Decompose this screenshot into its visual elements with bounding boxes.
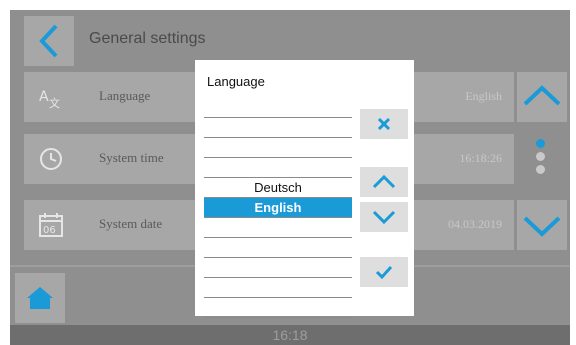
list-item[interactable]	[204, 218, 352, 238]
calendar-icon: 06	[39, 213, 63, 237]
list-item[interactable]	[204, 98, 352, 118]
dialog-title: Language	[207, 74, 265, 89]
scroll-up-button[interactable]	[517, 72, 567, 122]
list-item-english-selected[interactable]: English	[204, 198, 352, 218]
page-dot	[535, 152, 545, 161]
language-icon: A 文	[39, 89, 60, 110]
setting-value: 04.03.2019	[448, 217, 502, 231]
page-indicator	[534, 139, 546, 178]
list-item[interactable]	[204, 238, 352, 258]
status-bar: 16:18	[10, 325, 570, 345]
home-icon	[27, 287, 53, 309]
svg-text:文: 文	[49, 96, 60, 110]
page-dot	[535, 165, 545, 174]
home-button[interactable]	[15, 273, 65, 323]
list-item[interactable]	[204, 138, 352, 158]
close-button[interactable]	[360, 109, 408, 139]
list-item[interactable]	[204, 298, 352, 318]
setting-label: Language	[99, 88, 151, 103]
list-item[interactable]	[204, 278, 352, 298]
scroll-down-button[interactable]	[517, 200, 567, 250]
back-button[interactable]	[24, 16, 74, 66]
list-item[interactable]	[204, 118, 352, 138]
page-dot-active	[535, 139, 545, 148]
page-title: General settings	[89, 30, 206, 47]
settings-screen: General settings A 文 Language English Sy…	[10, 10, 570, 345]
list-down-button[interactable]	[360, 202, 408, 232]
language-dialog: Language Deutsch English	[195, 60, 414, 318]
language-list[interactable]: Deutsch English	[204, 98, 352, 318]
setting-label: System time	[99, 150, 164, 165]
chevron-left-icon	[39, 24, 58, 58]
status-clock: 16:18	[272, 327, 308, 343]
list-item-deutsch[interactable]: Deutsch	[204, 178, 352, 198]
setting-value: 16:18:26	[459, 151, 502, 165]
chevron-down-icon	[372, 210, 396, 225]
list-item[interactable]	[204, 258, 352, 278]
header: General settings	[10, 10, 570, 66]
close-icon	[377, 117, 391, 131]
chevron-up-icon	[372, 174, 396, 189]
list-item[interactable]	[204, 158, 352, 178]
clock-icon	[40, 148, 62, 170]
confirm-button[interactable]	[360, 257, 408, 287]
setting-label: System date	[99, 216, 163, 231]
setting-value: English	[465, 89, 502, 103]
chevron-down-icon	[523, 216, 561, 237]
checkmark-icon	[375, 265, 393, 280]
svg-text:06: 06	[43, 225, 56, 236]
chevron-up-icon	[523, 85, 561, 106]
list-up-button[interactable]	[360, 167, 408, 197]
svg-text:A: A	[39, 89, 49, 105]
